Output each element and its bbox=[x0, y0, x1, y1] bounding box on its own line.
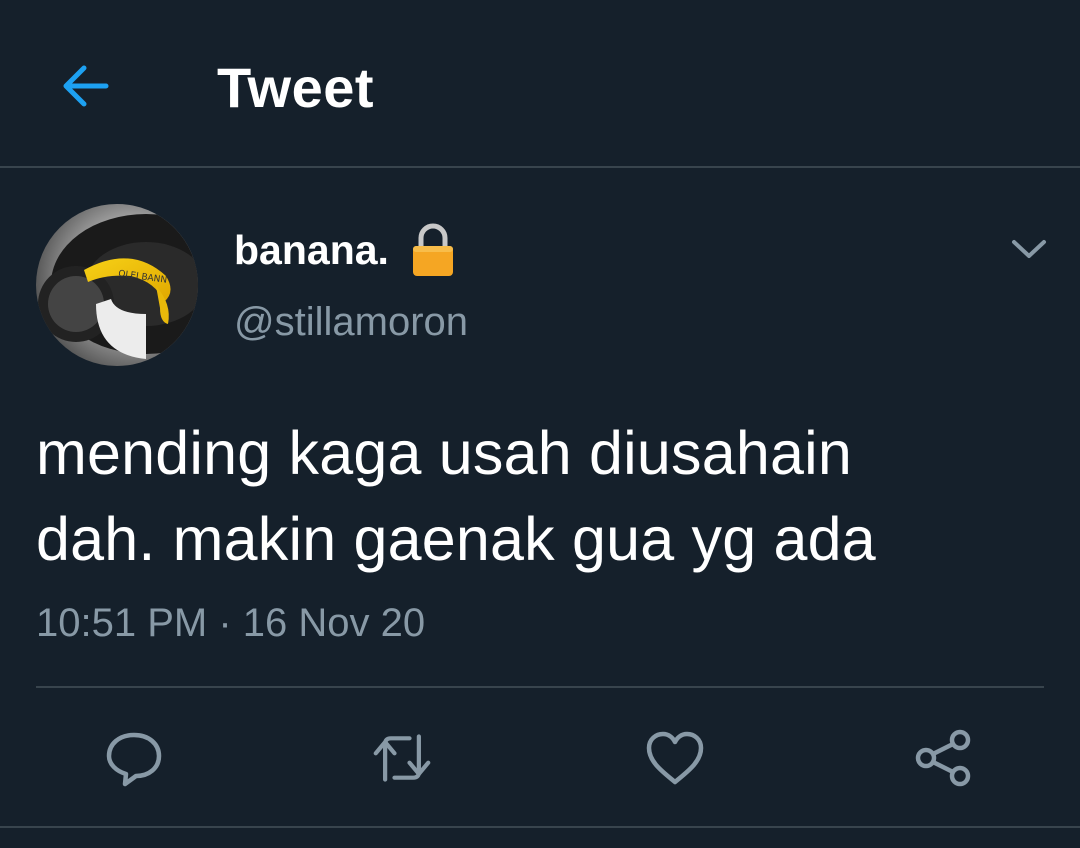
avatar[interactable]: OLEI BANN bbox=[36, 204, 198, 366]
chevron-down-icon bbox=[1012, 240, 1046, 258]
tweet-text-line: dah. makin gaenak gua yg ada bbox=[36, 505, 876, 573]
like-button[interactable] bbox=[645, 728, 705, 788]
retweet-button[interactable] bbox=[372, 728, 432, 788]
page-title: Tweet bbox=[217, 56, 375, 119]
tweet-menu-button[interactable] bbox=[1004, 224, 1054, 274]
share-button[interactable] bbox=[914, 728, 974, 788]
tweet-timestamp[interactable]: 10:51 PM · 16 Nov 20 bbox=[36, 596, 425, 650]
avatar-image: OLEI BANN bbox=[36, 204, 198, 366]
app-header: Tweet bbox=[0, 0, 1080, 168]
divider bbox=[36, 686, 1044, 688]
tweet-text: mending kaga usah diusahain dah. makin g… bbox=[36, 410, 1036, 582]
display-name[interactable]: banana. bbox=[234, 222, 389, 278]
back-button[interactable] bbox=[52, 54, 116, 118]
user-name-row[interactable]: banana. bbox=[234, 222, 455, 278]
share-icon bbox=[915, 729, 971, 787]
reply-button[interactable] bbox=[104, 728, 164, 788]
tweet-text-line: mending kaga usah diusahain bbox=[36, 419, 852, 487]
user-handle[interactable]: @stillamoron bbox=[234, 296, 468, 348]
retweet-icon bbox=[373, 734, 431, 782]
divider bbox=[0, 826, 1080, 828]
arrow-left-icon bbox=[63, 65, 109, 107]
heart-icon bbox=[646, 731, 704, 785]
lock-icon bbox=[412, 223, 453, 276]
reply-icon bbox=[106, 732, 162, 787]
